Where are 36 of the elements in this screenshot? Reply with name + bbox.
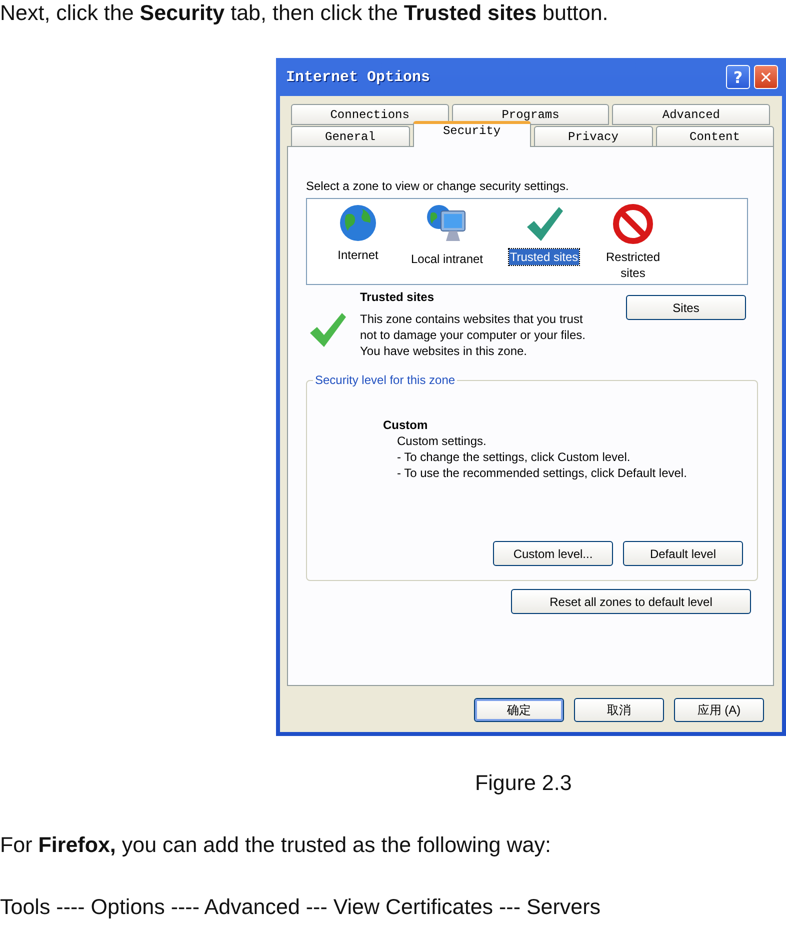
reset-button[interactable]: Reset all zones to default level	[511, 589, 751, 614]
tab[interactable]: Content	[656, 126, 774, 147]
tab[interactable]: General	[291, 126, 410, 147]
zone-prompt: Select a zone to view or change security settings.	[306, 179, 570, 193]
sites-button[interactable]: Sites	[626, 295, 746, 320]
zone-item[interactable]: Local intranet	[410, 251, 484, 267]
level-description: Custom settings.	[397, 433, 488, 449]
dialog-button[interactable]: 确定	[474, 698, 564, 722]
zone-item[interactable]: Internet	[336, 247, 380, 263]
zone-title: Trusted sites	[360, 289, 436, 305]
zone-item[interactable]: Restricted sites	[600, 249, 666, 281]
tab[interactable]: Privacy	[534, 126, 652, 147]
level-button[interactable]: Default level	[623, 541, 743, 566]
dialog-button[interactable]: 应用 (A)	[674, 698, 764, 722]
tab[interactable]: Advanced	[612, 104, 770, 125]
tab[interactable]: Connections	[291, 104, 449, 125]
instruction-text: Next, click the Security tab, then click the Trusted sites button.	[0, 0, 610, 26]
close-button[interactable]: ✕	[754, 65, 778, 89]
tab[interactable]: Security	[412, 121, 531, 147]
no-entry-icon	[612, 203, 654, 245]
help-button[interactable]: ?	[726, 65, 750, 89]
group-legend: Security level for this zone	[313, 373, 458, 387]
firefox-note: For Firefox, you can add the trusted as the following way:	[0, 832, 552, 858]
window-title: Internet Options	[286, 68, 432, 86]
zone-item[interactable]: Trusted sites	[508, 249, 580, 265]
tab[interactable]: Programs	[452, 104, 610, 125]
zone-status: You have websites in this zone.	[360, 343, 528, 359]
dialog-button[interactable]: 取消	[574, 698, 664, 722]
menu-path: Tools ---- Options ---- Advanced --- View Certificates --- Servers	[0, 894, 602, 920]
zone-description: This zone contains websites that you trust not to damage your computer or your files.	[360, 311, 586, 343]
globe-icon	[338, 203, 378, 243]
level-name: Custom	[383, 417, 429, 433]
level-button[interactable]: Custom level...	[493, 541, 613, 566]
level-description: - To change the settings, click Custom level.	[397, 449, 632, 465]
level-description: - To use the recommended settings, click Default level.	[397, 465, 688, 481]
figure-caption: Figure 2.3	[475, 770, 573, 796]
